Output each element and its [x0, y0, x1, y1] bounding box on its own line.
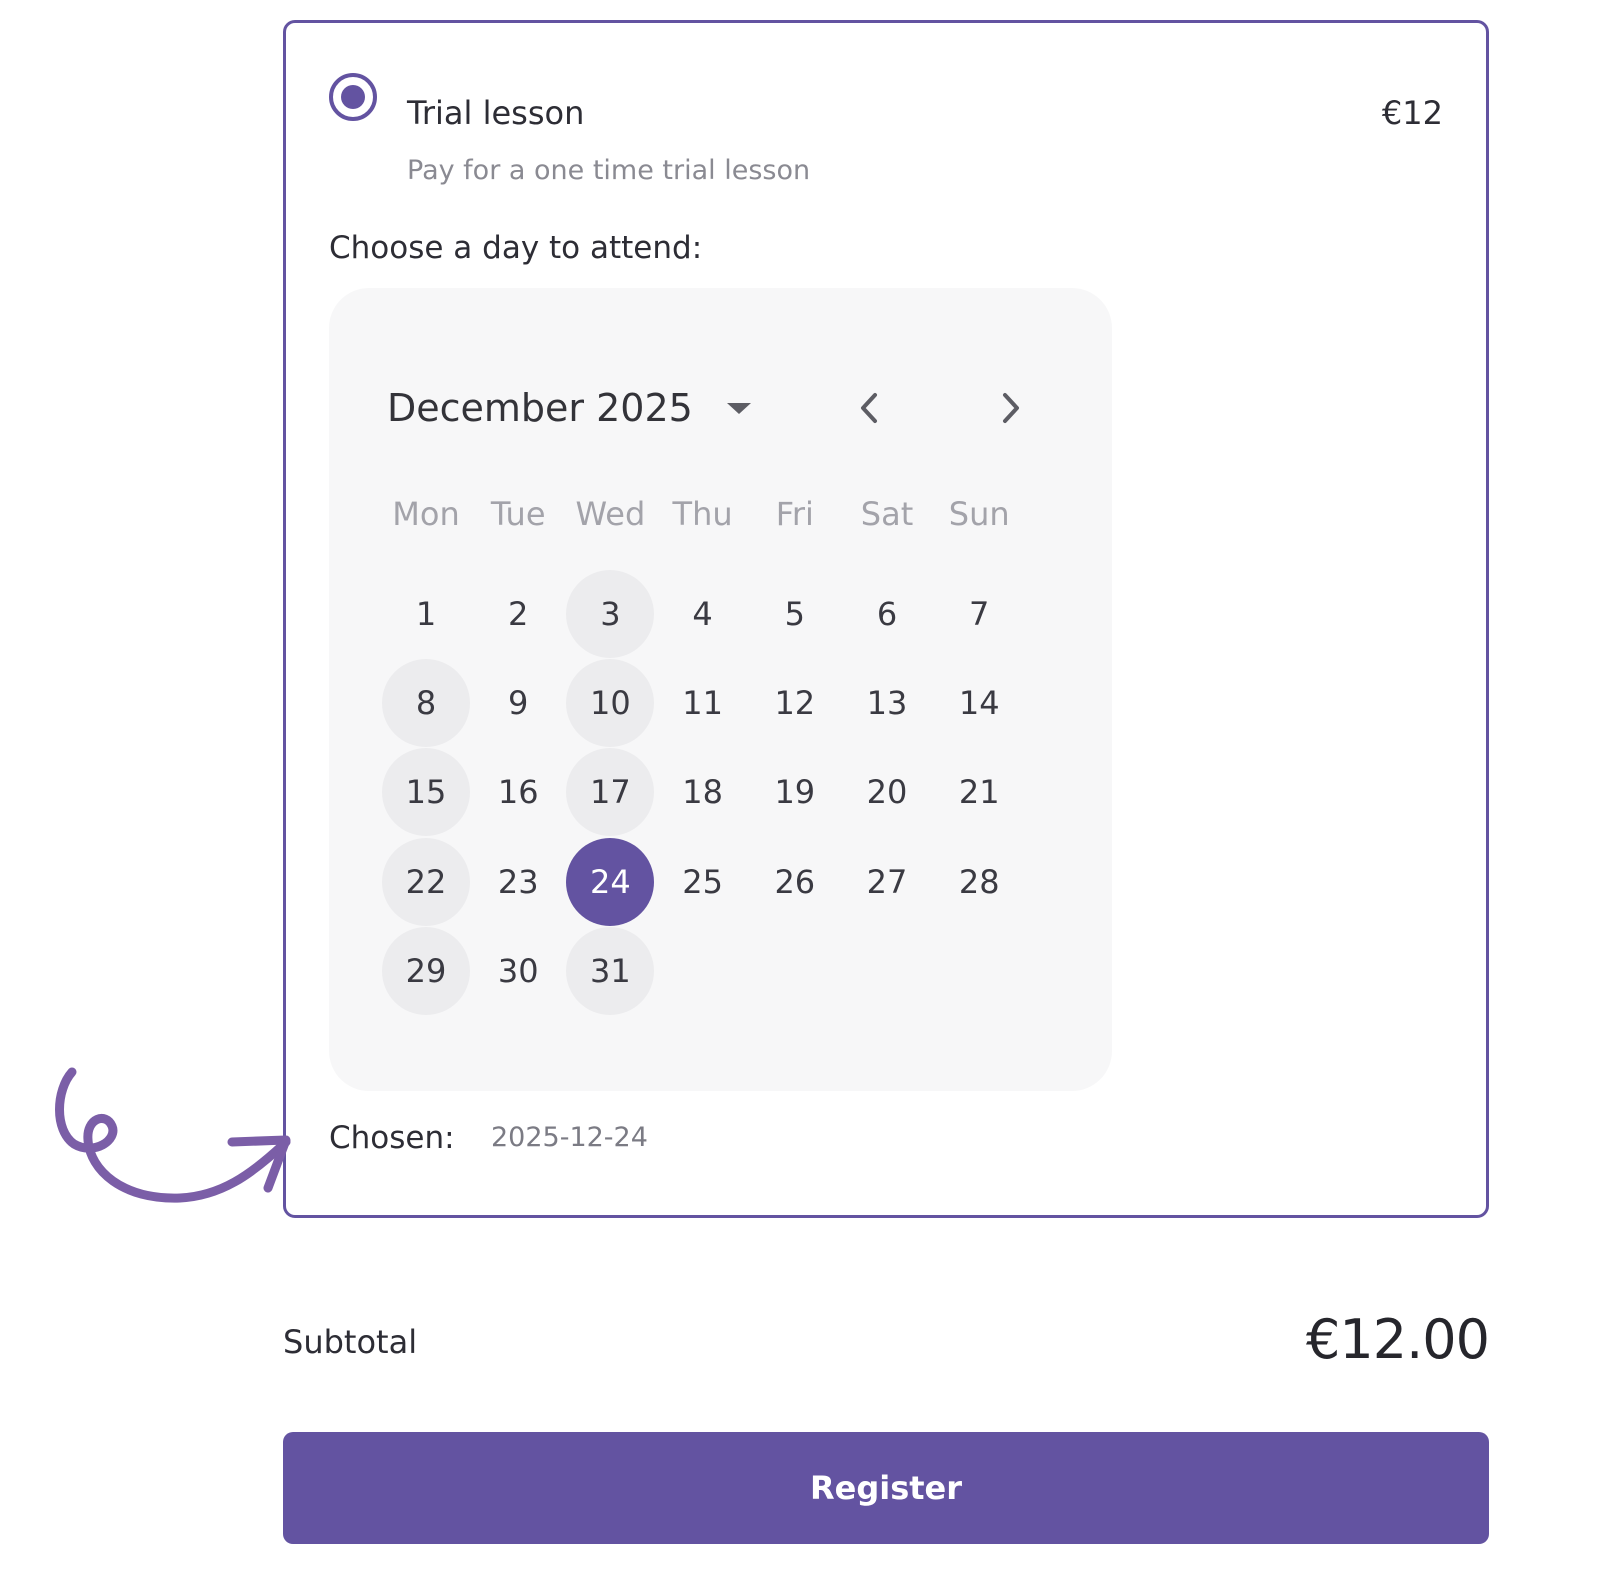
calendar-day[interactable]: 22 — [382, 837, 470, 926]
chosen-label: Chosen: — [329, 1120, 455, 1156]
weekday-thu: Thu — [672, 495, 733, 533]
calendar-day[interactable]: 21 — [935, 748, 1023, 836]
calendar-day[interactable]: 28 — [935, 838, 1023, 926]
calendar-day[interactable]: 3 — [566, 570, 655, 658]
weekday-fri: Fri — [775, 495, 814, 533]
calendar-day[interactable]: 8 — [382, 659, 470, 748]
register-button[interactable]: Register — [283, 1432, 1489, 1544]
calendar-day[interactable]: 19 — [751, 748, 839, 836]
subtotal-label: Subtotal — [283, 1323, 418, 1361]
curly-arrow-icon — [55, 1067, 291, 1203]
calendar-day[interactable]: 5 — [751, 570, 839, 658]
chosen-date-value: 2025-12-24 — [491, 1122, 648, 1153]
calendar-day[interactable]: 16 — [474, 748, 562, 836]
calendar-day[interactable]: 12 — [751, 659, 839, 747]
calendar-day[interactable]: 26 — [751, 838, 839, 926]
option-description: Pay for a one time trial lesson — [407, 155, 811, 186]
previous-month-button[interactable] — [844, 380, 894, 436]
calendar-day[interactable]: 30 — [474, 927, 562, 1015]
chevron-left-icon — [861, 393, 877, 423]
next-month-button[interactable] — [986, 380, 1036, 436]
calendar-day-selected[interactable]: 24 — [566, 837, 655, 926]
calendar-day[interactable]: 6 — [843, 570, 931, 658]
month-year-label[interactable]: December 2025 — [387, 384, 693, 432]
calendar-day[interactable]: 18 — [659, 748, 747, 836]
calendar-day[interactable]: 15 — [382, 748, 470, 837]
weekday-sat: Sat — [860, 495, 914, 533]
calendar-day[interactable]: 20 — [843, 748, 931, 836]
radio-dot — [341, 85, 365, 109]
subtotal-value: €12.00 — [1306, 1308, 1490, 1371]
calendar-day[interactable]: 25 — [659, 838, 747, 926]
calendar-day[interactable]: 31 — [566, 926, 655, 1015]
calendar-day[interactable]: 9 — [474, 659, 562, 747]
choose-day-label: Choose a day to attend: — [329, 230, 703, 266]
option-title: Trial lesson — [407, 94, 585, 132]
weekday-wed: Wed — [575, 495, 646, 533]
date-picker-calendar: December 2025 Mon Tue Wed Thu Fri Sat Sun 1234… — [329, 288, 1112, 1091]
calendar-day[interactable]: 2 — [474, 570, 562, 658]
caret-down-icon[interactable] — [727, 403, 751, 414]
calendar-day[interactable]: 17 — [566, 748, 655, 837]
weekday-tue: Tue — [490, 495, 546, 533]
calendar-day[interactable]: 13 — [843, 659, 931, 747]
calendar-day[interactable]: 7 — [935, 570, 1023, 658]
weekday-sun: Sun — [948, 495, 1010, 533]
pricing-option-card[interactable]: Trial lesson €12 Pay for a one time tria… — [283, 20, 1489, 1218]
radio-selected-icon[interactable] — [329, 73, 377, 121]
calendar-day[interactable]: 11 — [659, 659, 747, 747]
calendar-day[interactable]: 14 — [935, 659, 1023, 747]
calendar-day[interactable]: 4 — [659, 570, 747, 658]
calendar-day[interactable]: 23 — [474, 838, 562, 926]
calendar-day[interactable]: 1 — [382, 570, 470, 658]
weekday-mon: Mon — [392, 495, 460, 533]
calendar-day[interactable]: 27 — [843, 838, 931, 926]
calendar-day[interactable]: 29 — [382, 926, 470, 1015]
chevron-right-icon — [1003, 393, 1019, 423]
option-price: €12 — [1381, 94, 1443, 132]
calendar-day[interactable]: 10 — [566, 659, 655, 748]
